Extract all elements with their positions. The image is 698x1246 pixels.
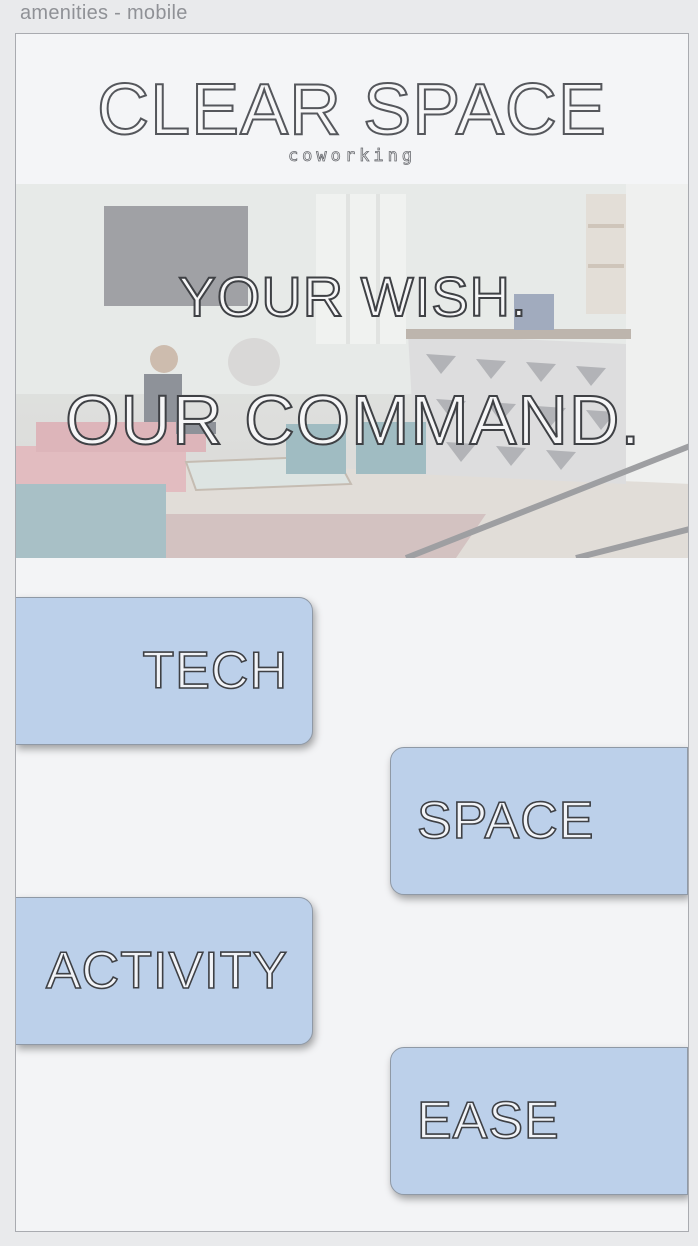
hero-headline-line2: OUR COMMAND. (64, 380, 641, 460)
activity-tile-label: ACTIVITY (45, 941, 289, 1001)
brand-logo-text[interactable]: CLEAR SPACE (16, 69, 688, 151)
space-tile-label: SPACE (416, 791, 595, 851)
hero-banner: YOUR WISH. OUR COMMAND. (16, 184, 688, 558)
activity-tile-button[interactable]: ACTIVITY (16, 897, 313, 1045)
artboard-label: amenities - mobile (20, 2, 188, 24)
brand-subtitle: coworking (287, 146, 417, 167)
tech-tile-button[interactable]: TECH (16, 597, 313, 745)
tech-tile-label: TECH (142, 641, 288, 701)
hero-headline-line1: YOUR WISH. (177, 264, 528, 329)
space-tile-button[interactable]: SPACE (390, 747, 688, 895)
header: CLEAR SPACE coworking (16, 34, 688, 184)
hero-photo (16, 184, 688, 558)
ease-tile-button[interactable]: EASE (390, 1047, 688, 1195)
mobile-artboard: CLEAR SPACE coworking YOUR WISH. OUR COM… (15, 33, 689, 1232)
ease-tile-label: EASE (416, 1091, 560, 1151)
